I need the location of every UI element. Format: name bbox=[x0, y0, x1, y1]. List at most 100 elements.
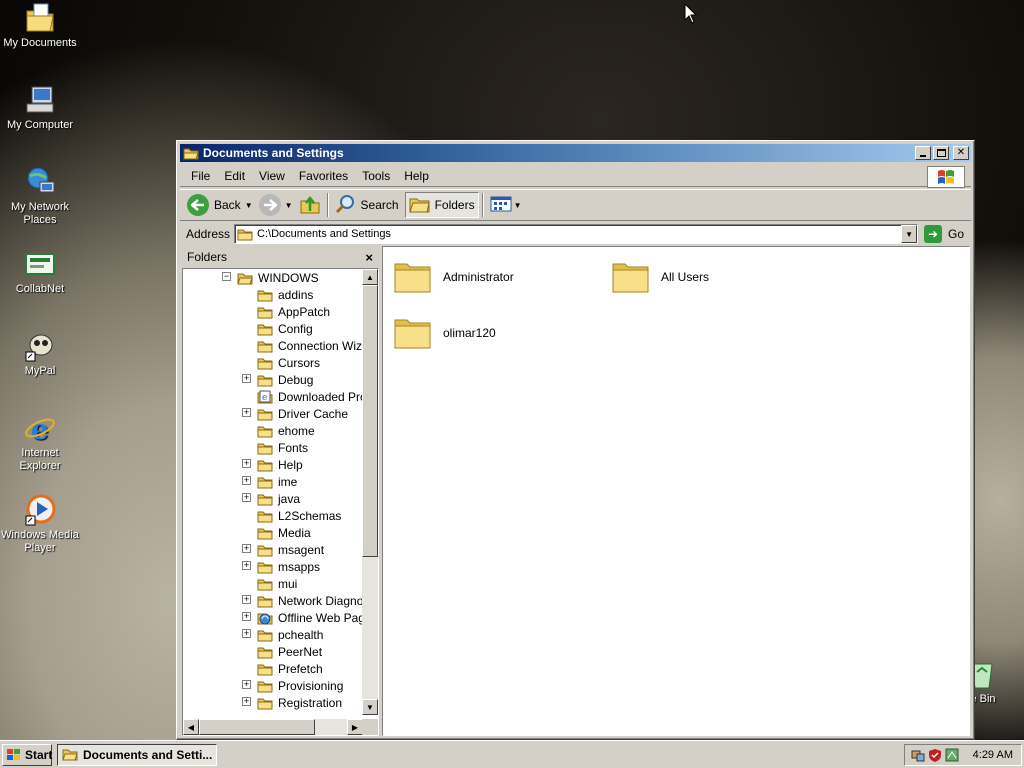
expand-icon[interactable]: + bbox=[242, 629, 251, 638]
menu-file[interactable]: File bbox=[184, 167, 217, 185]
expand-icon[interactable]: + bbox=[242, 680, 251, 689]
search-button[interactable]: Search bbox=[332, 192, 402, 218]
search-label: Search bbox=[360, 198, 399, 212]
start-button[interactable]: Start bbox=[2, 744, 52, 766]
tree-item[interactable]: + msapps bbox=[183, 558, 320, 575]
tree-item[interactable]: + Network Diagnostic bbox=[183, 592, 363, 609]
desktop-icon-mypal[interactable]: MyPal bbox=[1, 330, 79, 378]
taskbar: Start Documents and Setti... 4:29 AM bbox=[0, 740, 1024, 768]
folder-item-all-users[interactable]: All Users bbox=[611, 259, 709, 295]
close-pane-button[interactable]: × bbox=[365, 250, 373, 265]
desktop-icon-label: My Network Places bbox=[10, 201, 70, 226]
title-bar[interactable]: Documents and Settings ✕ bbox=[180, 144, 971, 162]
tree-item[interactable]: + msagent bbox=[183, 541, 324, 558]
menu-view[interactable]: View bbox=[252, 167, 292, 185]
menu-help[interactable]: Help bbox=[397, 167, 436, 185]
tree-item[interactable]: Prefetch bbox=[183, 660, 323, 677]
scroll-thumb[interactable] bbox=[199, 719, 315, 735]
tree-item[interactable]: L2Schemas bbox=[183, 507, 341, 524]
desktop-icon-my-computer[interactable]: My Computer bbox=[1, 84, 79, 132]
expand-icon[interactable]: + bbox=[242, 595, 251, 604]
tree-item[interactable]: Fonts bbox=[183, 439, 308, 456]
expand-icon[interactable]: + bbox=[242, 612, 251, 621]
desktop-icon-my-documents[interactable]: My Documents bbox=[1, 2, 79, 50]
expand-icon[interactable]: + bbox=[242, 697, 251, 706]
desktop-icon-collabnet[interactable]: CollabNet bbox=[1, 248, 79, 296]
expand-icon[interactable]: + bbox=[242, 408, 251, 417]
tree-item[interactable]: + Debug bbox=[183, 371, 313, 388]
expand-icon[interactable]: + bbox=[242, 476, 251, 485]
menu-favorites[interactable]: Favorites bbox=[292, 167, 355, 185]
tree-item[interactable]: + Offline Web Pages bbox=[183, 609, 363, 626]
folder-item-administrator[interactable]: Administrator bbox=[393, 259, 514, 295]
network-tray-icon[interactable] bbox=[911, 748, 925, 762]
desktop-icon-network-places[interactable]: My Network Places bbox=[1, 166, 79, 227]
expand-icon[interactable]: + bbox=[242, 544, 251, 553]
expand-icon[interactable]: + bbox=[242, 459, 251, 468]
tree-item[interactable]: mui bbox=[183, 575, 297, 592]
tree-item[interactable]: Media bbox=[183, 524, 311, 541]
scroll-up-button[interactable]: ▲ bbox=[362, 269, 378, 285]
tree-item-label: msapps bbox=[278, 559, 321, 574]
minimize-button[interactable] bbox=[915, 146, 931, 160]
chevron-down-icon[interactable]: ▼ bbox=[285, 201, 293, 210]
chevron-down-icon[interactable]: ▼ bbox=[514, 201, 522, 210]
go-button[interactable]: ➜ Go bbox=[924, 225, 964, 243]
desktop-icon-internet-explorer[interactable]: e Internet Explorer bbox=[1, 412, 79, 473]
close-button[interactable]: ✕ bbox=[953, 146, 969, 160]
tree-item[interactable]: + java bbox=[183, 490, 300, 507]
back-button[interactable]: Back ▼ bbox=[184, 192, 256, 218]
tree-item[interactable]: + Provisioning bbox=[183, 677, 343, 694]
views-button[interactable]: ▼ bbox=[487, 192, 525, 218]
tree-item[interactable]: Connection Wizard bbox=[183, 337, 363, 354]
desktop-icon-media-player[interactable]: Windows Media Player bbox=[1, 494, 79, 555]
tree-item[interactable]: + ime bbox=[183, 473, 297, 490]
folder-item-olimar120[interactable]: olimar120 bbox=[393, 315, 496, 351]
folder-tree[interactable]: − WINDOWS addins AppPatch Config Connection… bbox=[182, 268, 379, 736]
tree-item[interactable]: ehome bbox=[183, 422, 315, 439]
desktop-icon-label: Windows Media Player bbox=[1, 529, 79, 554]
scroll-thumb[interactable] bbox=[362, 285, 378, 557]
tree-item[interactable]: + Help bbox=[183, 456, 303, 473]
tree-item[interactable]: e Downloaded Program Files bbox=[183, 388, 363, 405]
tree-item[interactable]: + Registration bbox=[183, 694, 342, 711]
scroll-down-button[interactable]: ▼ bbox=[362, 699, 378, 715]
chevron-down-icon[interactable]: ▼ bbox=[245, 201, 253, 210]
folders-button[interactable]: Folders bbox=[404, 192, 479, 218]
collapse-icon[interactable]: − bbox=[222, 272, 231, 281]
scrollbar-corner bbox=[362, 719, 378, 735]
expand-icon[interactable]: + bbox=[242, 493, 251, 502]
menu-edit[interactable]: Edit bbox=[217, 167, 252, 185]
tree-item[interactable]: Config bbox=[183, 320, 313, 337]
tree-item[interactable]: addins bbox=[183, 286, 313, 303]
security-shield-tray-icon[interactable] bbox=[928, 748, 942, 762]
tree-item[interactable]: Cursors bbox=[183, 354, 320, 371]
address-input[interactable]: C:\Documents and Settings ▼ bbox=[234, 224, 919, 244]
tree-item[interactable]: PeerNet bbox=[183, 643, 322, 660]
content-pane[interactable]: Administrator All Users olimar120 bbox=[382, 246, 970, 736]
toolbar: Back ▼ ▼ Search Folders ▼ bbox=[180, 189, 971, 221]
app-tray-icon[interactable] bbox=[945, 748, 959, 762]
expand-icon[interactable]: + bbox=[242, 374, 251, 383]
folder-tree-vertical-scrollbar[interactable]: ▲ ▼ bbox=[362, 269, 378, 715]
folders-pane: Folders × − WINDOWS addins AppPatch Config… bbox=[182, 246, 379, 736]
tree-item[interactable]: + Driver Cache bbox=[183, 405, 348, 422]
expand-icon[interactable]: + bbox=[242, 561, 251, 570]
up-folder-button[interactable] bbox=[296, 192, 324, 218]
tree-root-windows[interactable]: − WINDOWS bbox=[183, 269, 319, 286]
taskbar-button-documents-and-settings[interactable]: Documents and Setti... bbox=[57, 744, 217, 766]
address-dropdown-button[interactable]: ▼ bbox=[901, 225, 918, 243]
menu-tools[interactable]: Tools bbox=[355, 167, 397, 185]
close-icon: ✕ bbox=[956, 147, 966, 158]
forward-button[interactable]: ▼ bbox=[256, 192, 296, 218]
tree-item[interactable]: AppPatch bbox=[183, 303, 330, 320]
folder-icon bbox=[257, 679, 273, 693]
folder-tree-horizontal-scrollbar[interactable]: ◀ ▶ bbox=[183, 719, 363, 735]
desktop-icon-recycle-bin[interactable]: le Bin bbox=[968, 658, 1024, 706]
tree-item[interactable]: + pchealth bbox=[183, 626, 323, 643]
tree-item-label: Cursors bbox=[278, 355, 321, 370]
maximize-button[interactable] bbox=[933, 146, 949, 160]
scroll-right-button[interactable]: ▶ bbox=[347, 719, 363, 735]
folder-item-label: olimar120 bbox=[443, 326, 496, 340]
scroll-left-button[interactable]: ◀ bbox=[183, 719, 199, 735]
